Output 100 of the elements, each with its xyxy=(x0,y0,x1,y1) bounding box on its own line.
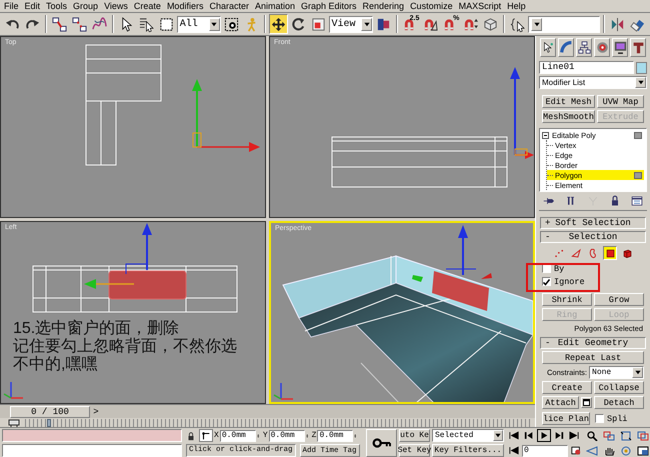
rollout-button[interactable]: Grow xyxy=(594,293,644,306)
attach-list-button[interactable] xyxy=(581,397,592,408)
zoom-icon xyxy=(586,431,598,441)
color-swatch[interactable] xyxy=(636,62,647,74)
check-icon xyxy=(542,278,551,286)
go-to-start-icon xyxy=(509,431,519,440)
move-button[interactable] xyxy=(268,14,288,34)
hammer-icon xyxy=(632,41,644,54)
panel-tab[interactable] xyxy=(558,38,574,57)
menu-item[interactable]: Graph Editors xyxy=(298,0,360,12)
listener-output-field[interactable] xyxy=(2,444,182,457)
repeat-last-button[interactable]: Repeat Last xyxy=(542,351,644,364)
panel-tab[interactable] xyxy=(630,38,646,57)
checkbox-label: Ignore xyxy=(554,276,585,286)
window-icon xyxy=(583,399,590,406)
panel-tab[interactable] xyxy=(576,38,592,57)
checkbox-label: Spli xyxy=(607,414,628,424)
panel-tab[interactable] xyxy=(612,38,628,57)
indicator-box[interactable] xyxy=(634,132,642,138)
annotation-line: 15.选中窗户的面，删除 xyxy=(13,320,180,338)
rollout-button[interactable]: Collapse xyxy=(594,381,644,394)
list-cursor-icon xyxy=(138,16,154,32)
caret-icon xyxy=(532,20,541,28)
go-to-end-button[interactable] xyxy=(567,429,581,442)
unlink-icon xyxy=(72,16,87,32)
zoom-extents-all-icon xyxy=(637,431,649,441)
key-button[interactable] xyxy=(366,429,397,457)
indicator-box[interactable] xyxy=(634,172,642,178)
rollout-button[interactable]: Create xyxy=(542,381,592,394)
menu-item[interactable]: Modifiers xyxy=(164,0,206,12)
dots-icon xyxy=(554,248,564,258)
zoom-extents-all-button[interactable] xyxy=(635,429,650,443)
time-slider-thumb[interactable]: 0 / 100 xyxy=(10,406,90,418)
key-mode-dropdown[interactable]: Selected xyxy=(432,429,504,442)
menu-item[interactable]: Customize xyxy=(407,0,456,12)
panel-tab[interactable] xyxy=(540,38,556,57)
wheel-icon xyxy=(596,41,608,54)
set-key-button[interactable]: Set Key xyxy=(399,444,430,457)
edge-level-button[interactable] xyxy=(569,246,583,260)
attach-button[interactable]: Attach xyxy=(542,396,579,409)
go-to-start-button[interactable] xyxy=(507,429,521,442)
menu-item[interactable]: Views xyxy=(101,0,131,12)
checkbox[interactable] xyxy=(542,277,551,286)
zoom-extents-button[interactable] xyxy=(618,429,634,443)
coordinate-label: Y xyxy=(262,431,268,440)
panel-button[interactable] xyxy=(629,194,645,208)
annotation-line: 记住要勾上忽略背面，不然你选 xyxy=(13,338,237,356)
listener-field[interactable] xyxy=(2,429,182,442)
coordinate-field[interactable]: 0.0mm xyxy=(268,430,305,442)
key-filters-button[interactable]: Key Filters... xyxy=(432,444,504,457)
play-button[interactable] xyxy=(537,429,551,442)
coordinate-field[interactable]: 0.0mm xyxy=(220,430,256,442)
rollout-header[interactable]: - Edit Geometry xyxy=(540,337,646,349)
constraints-dropdown[interactable]: None xyxy=(589,366,644,379)
menu-item[interactable]: File xyxy=(1,0,22,12)
time-configuration-button[interactable] xyxy=(569,444,583,457)
monitor-icon xyxy=(614,41,626,54)
next-frame-button[interactable]: > xyxy=(91,406,101,418)
dropdown[interactable]: All xyxy=(176,16,221,32)
time-marker[interactable] xyxy=(47,418,51,426)
field-of-view-button[interactable] xyxy=(584,444,600,457)
rollout-header[interactable]: - Selection xyxy=(540,231,646,243)
checkbox[interactable] xyxy=(595,414,604,423)
polygon-level-button[interactable] xyxy=(603,246,617,260)
frame-field[interactable]: 0 xyxy=(522,444,568,456)
rollout-button[interactable]: Shrink xyxy=(542,293,592,306)
menu-item[interactable]: Group xyxy=(70,0,102,12)
move-icon xyxy=(270,16,286,32)
slice-plane-button[interactable]: lice Plan xyxy=(542,412,590,425)
loop-icon xyxy=(588,248,598,258)
detach-button[interactable]: Detach xyxy=(594,396,644,409)
zoom-extents-icon xyxy=(620,431,632,441)
link-icon xyxy=(52,16,67,32)
name-field[interactable]: Line01 xyxy=(539,61,634,74)
coordinate-field[interactable]: 0.0mm xyxy=(317,430,354,442)
hierarchy-icon xyxy=(578,41,590,54)
caret-icon xyxy=(362,20,371,28)
menu-item[interactable]: Create xyxy=(130,0,164,12)
modifier-button[interactable]: Edit Mesh xyxy=(542,95,596,108)
key-mode-button[interactable] xyxy=(507,444,521,457)
modifier-list-dropdown[interactable]: Modifier List xyxy=(539,76,647,89)
modifier-button[interactable]: MeshSmooth xyxy=(542,110,596,123)
rollout-header[interactable]: + Soft Selection xyxy=(540,217,646,229)
transform-mode-button[interactable] xyxy=(199,429,213,442)
menu-item[interactable]: Edit xyxy=(22,0,44,12)
menu-item[interactable]: Character xyxy=(206,0,252,12)
menu-item[interactable]: MAXScript xyxy=(456,0,504,12)
menu-item[interactable]: Tools xyxy=(43,0,70,12)
auto-key-button[interactable]: uto Ke xyxy=(399,429,430,442)
axis-tripod-icon xyxy=(274,383,293,400)
mirror-icon xyxy=(610,16,626,32)
modifier-button[interactable]: UVW Map xyxy=(597,95,644,108)
dropdown[interactable] xyxy=(528,16,600,32)
zoom-all-button[interactable] xyxy=(601,429,617,443)
maximize-button[interactable] xyxy=(635,444,650,457)
menu-item[interactable]: Help xyxy=(504,0,529,12)
dropdown[interactable]: View xyxy=(328,16,374,32)
scale-icon xyxy=(310,16,326,32)
menu-item[interactable]: Rendering xyxy=(360,0,408,12)
menu-item[interactable]: Animation xyxy=(252,0,298,12)
